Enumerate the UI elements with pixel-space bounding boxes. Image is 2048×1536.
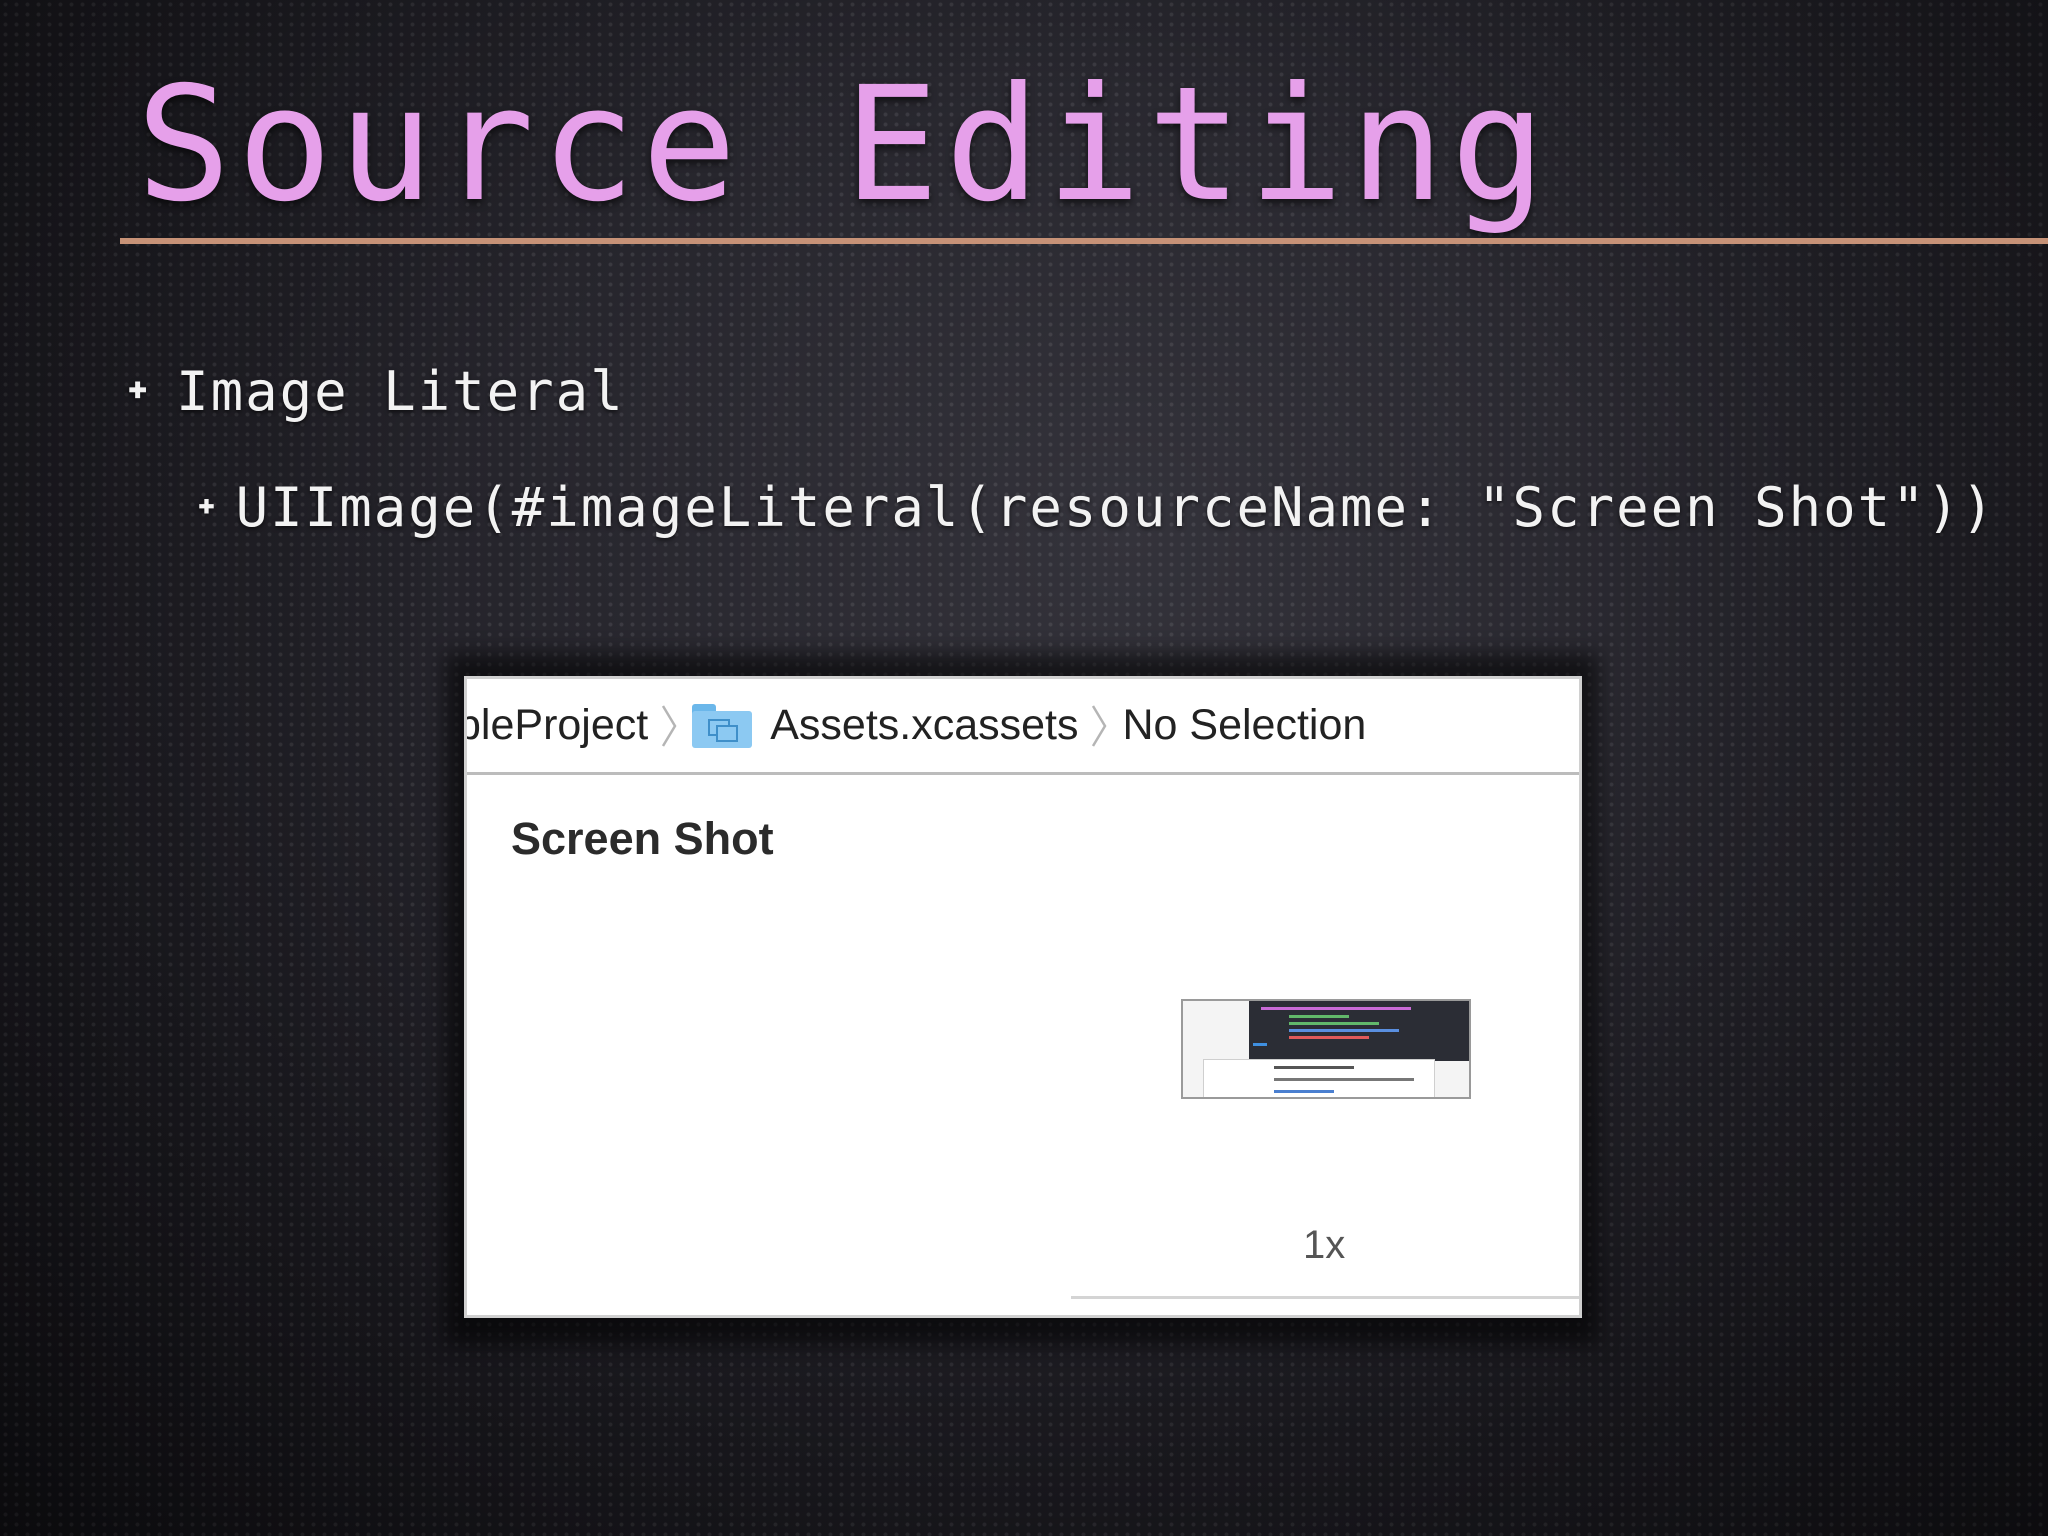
title-underline (120, 238, 2048, 244)
slot-divider (1071, 1296, 1579, 1299)
bullet-item-2: ✖ UIImage(#imageLiteral(resourceName: "S… (190, 476, 1996, 539)
thumbnail-code-area (1249, 1001, 1469, 1061)
bullet-text-1: Image Literal (176, 360, 625, 423)
bullet-item-1: ✖ Image Literal (119, 360, 625, 423)
asset-catalog-screenshot: pleProject Assets.xcassets No Selection … (464, 676, 1582, 1318)
bullet-text-2: UIImage(#imageLiteral(resourceName: "Scr… (235, 476, 1996, 539)
bullet-marker-icon: ✖ (189, 490, 224, 525)
scale-label: 1x (1303, 1223, 1346, 1267)
breadcrumb-item-project[interactable]: pleProject (467, 701, 648, 750)
chevron-right-icon (1092, 704, 1107, 747)
chevron-right-icon (662, 704, 677, 747)
breadcrumb-item-catalog[interactable]: Assets.xcassets (770, 701, 1078, 750)
image-thumbnail[interactable] (1181, 999, 1471, 1099)
breadcrumb-item-selection[interactable]: No Selection (1122, 701, 1366, 750)
asset-title: Screen Shot (511, 813, 774, 864)
breadcrumb: pleProject Assets.xcassets No Selection (467, 679, 1579, 775)
folder-icon (692, 703, 753, 748)
thumbnail-popup (1203, 1059, 1435, 1097)
slide-title: Source Editing (136, 53, 1552, 237)
bullet-marker-icon: ✖ (118, 372, 158, 411)
